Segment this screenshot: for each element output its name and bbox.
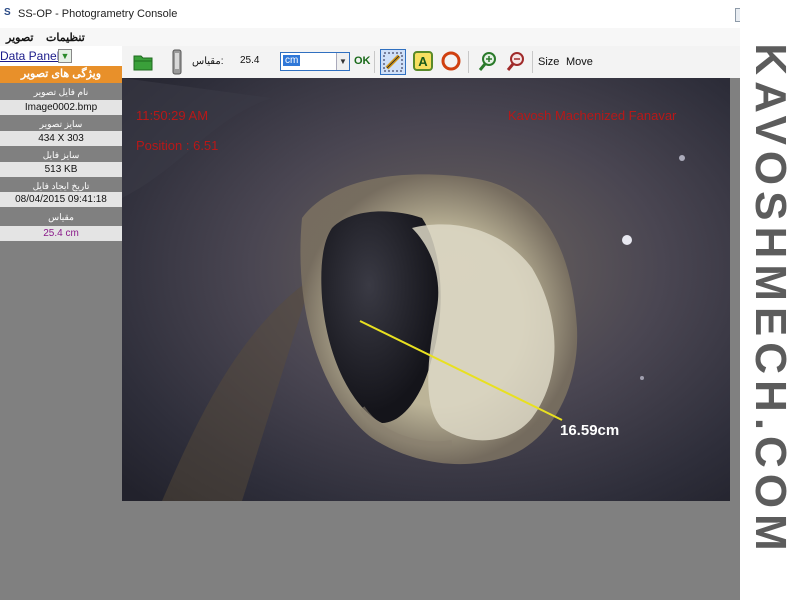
prop-value-created: 08/04/2015 09:41:18 bbox=[0, 192, 122, 207]
toolbar-divider bbox=[468, 51, 469, 73]
menu-item-settings[interactable]: تنظيمات bbox=[46, 31, 85, 44]
arrow-down-icon[interactable]: ▼ bbox=[58, 49, 72, 63]
image-properties-title: ويژگی های تصوير bbox=[0, 66, 122, 83]
folder-icon bbox=[133, 55, 153, 71]
prop-value-image-size: 434 X 303 bbox=[0, 131, 122, 146]
prop-label-file-size: سايز فايل bbox=[42, 150, 80, 160]
toolbar: مقياس: 25.4 cm ▼ OK A Size Move bbox=[122, 46, 740, 79]
ok-button[interactable]: OK bbox=[354, 55, 371, 67]
zoom-out-button[interactable] bbox=[504, 50, 526, 72]
ruler-button[interactable] bbox=[380, 49, 406, 75]
camera-icon[interactable] bbox=[172, 49, 182, 75]
scale-label: مقياس: bbox=[192, 56, 224, 67]
circle-tool-button[interactable] bbox=[440, 50, 462, 72]
window-title: SS-OP - Photogrametry Console bbox=[18, 8, 178, 20]
ss-logo-icon: S bbox=[4, 7, 11, 18]
prop-label-created: تاريخ ايجاد فايل bbox=[32, 181, 90, 191]
data-panel-link[interactable]: Data Panel bbox=[0, 49, 59, 63]
zoom-out-icon bbox=[506, 52, 524, 71]
svg-text:A: A bbox=[418, 54, 428, 69]
company-overlay: Kavosh Machenized Fanavar bbox=[508, 108, 677, 123]
unit-select[interactable]: cm ▼ bbox=[280, 52, 350, 71]
prop-label-image-size: سايز تصوير bbox=[39, 119, 83, 129]
canvas-background bbox=[122, 501, 740, 600]
size-button[interactable]: Size bbox=[538, 56, 559, 68]
chevron-down-icon[interactable]: ▼ bbox=[336, 53, 349, 70]
prop-label-filename: نام فايل تصوير bbox=[33, 87, 89, 97]
text-tool-button[interactable]: A bbox=[412, 50, 434, 72]
scale-value[interactable]: 25.4 bbox=[240, 55, 259, 66]
text-a-icon: A bbox=[413, 51, 433, 71]
prop-value-file-size: 513 KB bbox=[0, 162, 122, 177]
watermark-text: KAVOSHMECH.COM bbox=[746, 43, 795, 557]
image-border bbox=[730, 78, 740, 501]
toolbar-divider bbox=[374, 51, 375, 73]
menu-bar bbox=[0, 28, 740, 46]
menu-item-image[interactable]: تصوير bbox=[6, 31, 33, 44]
prop-value-filename: Image0002.bmp bbox=[0, 100, 122, 115]
move-button[interactable]: Move bbox=[566, 56, 593, 68]
position-overlay: Position : 6.51 bbox=[136, 138, 219, 153]
zoom-in-icon bbox=[478, 52, 496, 71]
time-overlay: 11:50:29 AM bbox=[136, 108, 209, 123]
measurement-label: 16.59cm bbox=[560, 422, 620, 439]
prop-label-scale: مقياس bbox=[48, 212, 74, 222]
ruler-icon bbox=[383, 52, 403, 72]
unit-select-value: cm bbox=[283, 55, 301, 66]
pipe-inspection-image[interactable]: 11:50:29 AM Position : 6.51 Kavosh Mache… bbox=[122, 78, 730, 501]
toolbar-divider bbox=[532, 51, 533, 73]
prop-value-scale: 25.4 cm bbox=[0, 226, 122, 241]
camera-icon-shape bbox=[172, 49, 182, 75]
circle-icon bbox=[441, 51, 461, 71]
open-folder-button[interactable] bbox=[132, 50, 154, 74]
zoom-in-button[interactable] bbox=[476, 50, 498, 72]
